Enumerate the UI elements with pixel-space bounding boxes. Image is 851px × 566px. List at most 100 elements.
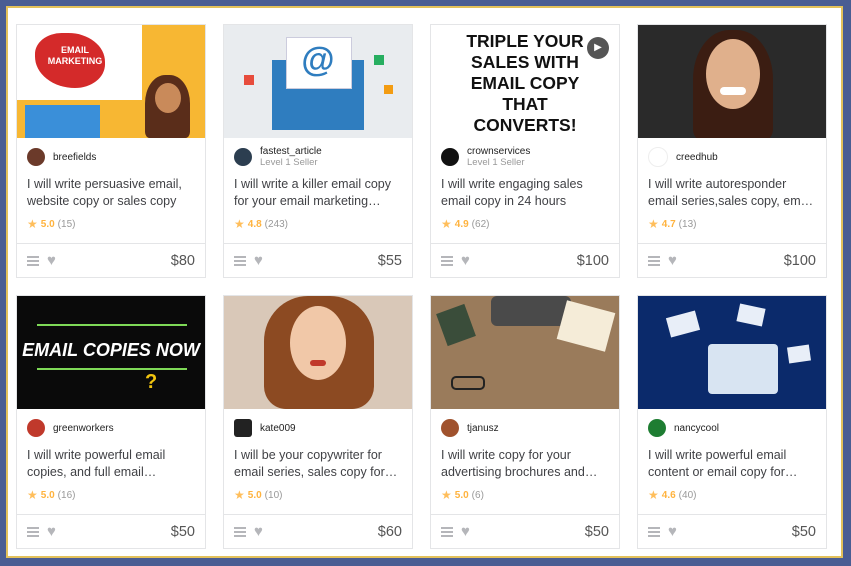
thumbnail-text: TRIPLE YOUR SALES WITH EMAIL COPY THAT C…	[466, 31, 584, 135]
price[interactable]: $50	[792, 524, 816, 540]
menu-icon[interactable]	[234, 526, 246, 537]
rating-count: (13)	[678, 218, 697, 230]
seller-level: Level 1 Seller	[467, 157, 525, 168]
gig-card[interactable]: EMAIL COPIES NOW ? greenworkers I will w…	[16, 295, 206, 549]
heart-icon[interactable]: ♥	[461, 253, 470, 268]
gig-title[interactable]: I will write powerful email copies, and …	[17, 447, 205, 480]
price[interactable]: $50	[585, 524, 609, 540]
avatar[interactable]	[441, 148, 459, 166]
gig-grid-frame: EMAIL MARKETING breefields I will write …	[6, 6, 843, 558]
rating-score: 5.0	[454, 489, 469, 501]
star-icon: ★	[648, 488, 659, 502]
gig-title[interactable]: I will write copy for your advertising b…	[431, 447, 619, 480]
rating: ★ 4.6 (40)	[638, 488, 826, 502]
seller-name[interactable]: fastest_article	[260, 146, 322, 157]
menu-icon[interactable]	[441, 255, 453, 266]
seller-name[interactable]: breefields	[53, 152, 96, 163]
heart-icon[interactable]: ♥	[254, 524, 263, 539]
menu-icon[interactable]	[648, 526, 660, 537]
heart-icon[interactable]: ♥	[254, 253, 263, 268]
menu-icon[interactable]	[27, 255, 39, 266]
gig-title[interactable]: I will write engaging sales email copy i…	[431, 176, 619, 209]
star-icon: ★	[648, 217, 659, 231]
menu-icon[interactable]	[27, 526, 39, 537]
seller-name[interactable]: nancycool	[674, 423, 719, 434]
avatar[interactable]	[648, 147, 668, 167]
rating-count: (16)	[57, 489, 76, 501]
rating-score: 5.0	[40, 489, 55, 501]
seller-name[interactable]: creedhub	[676, 152, 718, 163]
heart-icon[interactable]: ♥	[461, 524, 470, 539]
menu-icon[interactable]	[648, 255, 660, 266]
rating-score: 4.9	[454, 218, 469, 230]
avatar[interactable]	[234, 148, 252, 166]
seller-name[interactable]: kate009	[260, 423, 296, 434]
rating-score: 4.8	[247, 218, 262, 230]
rating: ★ 4.8 (243)	[224, 217, 412, 231]
avatar[interactable]	[441, 419, 459, 437]
gig-thumbnail[interactable]: EMAIL MARKETING	[17, 25, 205, 138]
avatar[interactable]	[27, 419, 45, 437]
thumbnail-text: EMAIL MARKETING	[47, 45, 103, 66]
rating-count: (40)	[678, 489, 697, 501]
menu-icon[interactable]	[234, 255, 246, 266]
gig-card[interactable]: @ fastest_article Level 1 Seller I will …	[223, 24, 413, 278]
gig-thumbnail[interactable]	[638, 25, 826, 138]
price[interactable]: $100	[784, 253, 816, 269]
price[interactable]: $80	[171, 253, 195, 269]
gig-card[interactable]: kate009 I will be your copywriter for em…	[223, 295, 413, 549]
gig-thumbnail[interactable]: @	[224, 25, 412, 138]
rating-count: (15)	[57, 218, 76, 230]
star-icon: ★	[441, 217, 452, 231]
gig-title[interactable]: I will write autoresponder email series,…	[638, 176, 826, 209]
avatar[interactable]	[234, 419, 252, 437]
gig-grid: EMAIL MARKETING breefields I will write …	[16, 24, 827, 549]
rating-count: (6)	[471, 489, 484, 501]
avatar[interactable]	[648, 419, 666, 437]
seller-level: Level 1 Seller	[260, 157, 318, 168]
rating-count: (243)	[264, 218, 289, 230]
price[interactable]: $55	[378, 253, 402, 269]
play-icon[interactable]: ▶	[587, 37, 609, 59]
heart-icon[interactable]: ♥	[668, 253, 677, 268]
price[interactable]: $50	[171, 524, 195, 540]
gig-card[interactable]: nancycool I will write powerful email co…	[637, 295, 827, 549]
seller-name[interactable]: tjanusz	[467, 423, 499, 434]
gig-thumbnail[interactable]	[224, 296, 412, 409]
heart-icon[interactable]: ♥	[47, 253, 56, 268]
gig-thumbnail[interactable]	[431, 296, 619, 409]
rating: ★ 5.0 (15)	[17, 217, 205, 231]
gig-thumbnail[interactable]	[638, 296, 826, 409]
gig-card[interactable]: EMAIL MARKETING breefields I will write …	[16, 24, 206, 278]
rating: ★ 5.0 (16)	[17, 488, 205, 502]
rating-count: (10)	[264, 489, 283, 501]
rating: ★ 5.0 (6)	[431, 488, 619, 502]
star-icon: ★	[27, 217, 38, 231]
rating-score: 5.0	[247, 489, 262, 501]
gig-card[interactable]: creedhub I will write autoresponder emai…	[637, 24, 827, 278]
gig-card[interactable]: TRIPLE YOUR SALES WITH EMAIL COPY THAT C…	[430, 24, 620, 278]
rating-score: 5.0	[40, 218, 55, 230]
avatar[interactable]	[27, 148, 45, 166]
gig-thumbnail[interactable]: TRIPLE YOUR SALES WITH EMAIL COPY THAT C…	[431, 25, 619, 138]
gig-title[interactable]: I will write a killer email copy for you…	[224, 176, 412, 209]
menu-icon[interactable]	[441, 526, 453, 537]
seller-name[interactable]: greenworkers	[53, 423, 114, 434]
heart-icon[interactable]: ♥	[668, 524, 677, 539]
rating: ★ 4.7 (13)	[638, 217, 826, 231]
rating-count: (62)	[471, 218, 490, 230]
gig-thumbnail[interactable]: EMAIL COPIES NOW ?	[17, 296, 205, 409]
price[interactable]: $60	[378, 524, 402, 540]
thumbnail-text: EMAIL COPIES NOW	[22, 340, 200, 360]
price[interactable]: $100	[577, 253, 609, 269]
seller-name[interactable]: crownservices	[467, 146, 530, 157]
rating: ★ 5.0 (10)	[224, 488, 412, 502]
star-icon: ★	[441, 488, 452, 502]
gig-title[interactable]: I will write powerful email content or e…	[638, 447, 826, 480]
heart-icon[interactable]: ♥	[47, 524, 56, 539]
rating: ★ 4.9 (62)	[431, 217, 619, 231]
gig-title[interactable]: I will be your copywriter for email seri…	[224, 447, 412, 480]
gig-title[interactable]: I will write persuasive email, website c…	[17, 176, 205, 209]
rating-score: 4.6	[661, 489, 676, 501]
gig-card[interactable]: tjanusz I will write copy for your adver…	[430, 295, 620, 549]
